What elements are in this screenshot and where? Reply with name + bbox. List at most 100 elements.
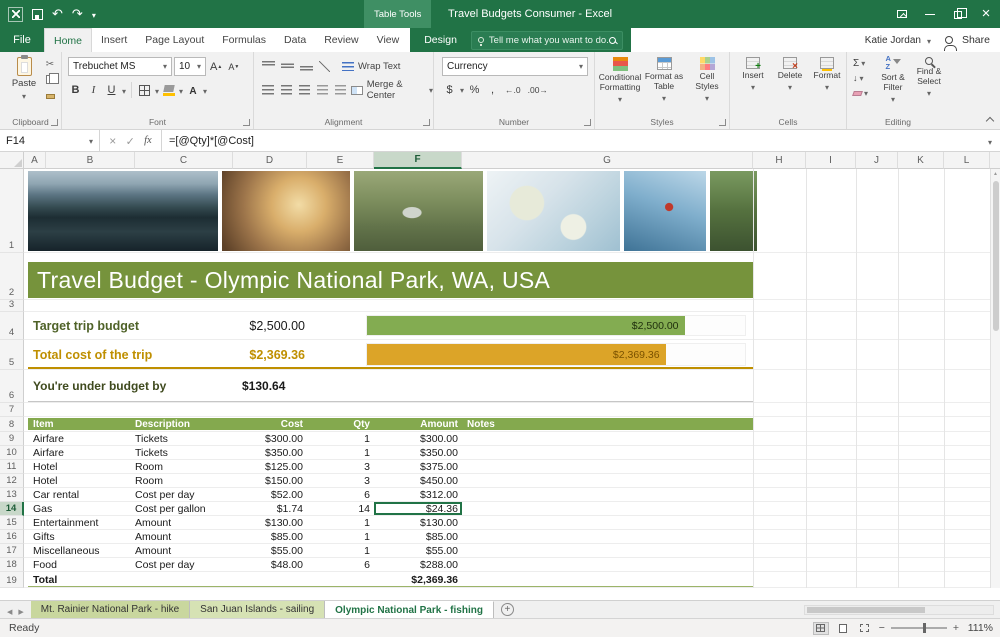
cell-cost[interactable] — [233, 572, 307, 587]
excel-app-icon[interactable] — [8, 7, 23, 22]
row-header-11[interactable]: 11 — [0, 460, 24, 474]
row-header-13[interactable]: 13 — [0, 488, 24, 502]
save-icon[interactable] — [32, 9, 43, 20]
paste-button[interactable]: Paste — [7, 57, 41, 102]
column-header-D[interactable]: D — [233, 152, 307, 169]
cell-cost[interactable]: $48.00 — [233, 558, 307, 571]
cell-qty[interactable]: 1 — [307, 544, 374, 557]
cancel-icon[interactable] — [109, 132, 116, 150]
cell-qty[interactable]: 3 — [307, 474, 374, 487]
prev-sheet-icon[interactable] — [7, 601, 12, 619]
format-painter-icon[interactable] — [46, 94, 55, 99]
zoom-slider[interactable] — [891, 627, 947, 629]
enter-icon[interactable] — [126, 132, 135, 150]
row-header-15[interactable]: 15 — [0, 516, 24, 530]
zoom-out-button[interactable] — [879, 622, 885, 634]
tab-home[interactable]: Home — [44, 28, 92, 52]
row-header-7[interactable]: 7 — [0, 403, 24, 417]
under-budget-label[interactable]: You're under budget by — [33, 370, 166, 402]
wrap-text-button[interactable]: Wrap Text — [342, 57, 400, 75]
cell-notes[interactable] — [462, 558, 753, 571]
cell-item[interactable]: Airfare — [28, 446, 135, 459]
photo-mountain-lake[interactable] — [28, 171, 218, 251]
zoom-level[interactable]: 111% — [965, 622, 993, 634]
column-header-G[interactable]: G — [462, 152, 753, 169]
accounting-format-button[interactable]: $ — [442, 81, 457, 99]
name-box[interactable]: F14 — [0, 130, 100, 151]
vertical-scrollbar[interactable]: ▲ — [990, 169, 1000, 588]
tab-design[interactable]: Design — [410, 34, 471, 46]
alignment-dialog-launcher-icon[interactable] — [423, 119, 430, 126]
middle-align-icon[interactable] — [281, 61, 294, 71]
row-header-10[interactable]: 10 — [0, 446, 24, 460]
font-name-combobox[interactable]: Trebuchet MS — [68, 57, 172, 76]
cell-amount[interactable]: $300.00 — [374, 432, 462, 445]
formula-input[interactable]: =[@Qty]*[@Cost] — [162, 130, 980, 151]
tab-file[interactable]: File — [0, 28, 44, 52]
comma-style-button[interactable]: , — [485, 81, 500, 99]
target-budget-bar[interactable]: $2,500.00 — [366, 315, 746, 336]
column-header-F[interactable]: F — [374, 152, 462, 169]
cell-item[interactable]: Gifts — [28, 530, 135, 543]
row-header-9[interactable]: 9 — [0, 432, 24, 446]
copy-icon[interactable] — [46, 75, 54, 84]
photo-fly-fishing-sunset[interactable] — [222, 171, 350, 251]
cell-item[interactable]: Gas — [28, 502, 135, 515]
total-label-cell[interactable]: Total — [28, 572, 135, 587]
collapse-ribbon-icon[interactable] — [986, 117, 994, 125]
cell-qty[interactable]: 14 — [307, 502, 374, 515]
insert-button[interactable]: Insert — [736, 57, 770, 93]
cell-qty[interactable]: 1 — [307, 516, 374, 529]
cell-notes[interactable] — [462, 544, 753, 557]
row-header-12[interactable]: 12 — [0, 474, 24, 488]
cell-amount[interactable]: $85.00 — [374, 530, 462, 543]
fill-color-caret-icon[interactable] — [179, 81, 183, 99]
decrease-decimal-icon[interactable] — [526, 81, 550, 99]
cell-amount[interactable]: $450.00 — [374, 474, 462, 487]
increase-indent-icon[interactable] — [335, 85, 346, 95]
cell-cost[interactable]: $300.00 — [233, 432, 307, 445]
tab-page-layout[interactable]: Page Layout — [136, 28, 213, 52]
zoom-in-button[interactable] — [953, 622, 959, 634]
header-qty[interactable]: Qty — [307, 418, 374, 430]
column-header-J[interactable]: J — [856, 152, 898, 169]
photo-forest-trees[interactable] — [710, 171, 757, 251]
cell-amount[interactable]: $55.00 — [374, 544, 462, 557]
cell-desc[interactable]: Tickets — [135, 446, 233, 459]
total-cost-value[interactable]: $2,369.36 — [28, 340, 307, 369]
scroll-up-icon[interactable]: ▲ — [993, 169, 998, 179]
cell-desc[interactable]: Amount — [135, 516, 233, 529]
horizontal-scroll-thumb[interactable] — [807, 607, 925, 613]
cell-notes[interactable] — [462, 488, 753, 501]
cell-desc[interactable] — [135, 572, 233, 587]
font-dialog-launcher-icon[interactable] — [243, 119, 250, 126]
normal-view-button[interactable] — [813, 622, 829, 635]
decrease-font-size-button[interactable] — [226, 58, 241, 76]
cell-cost[interactable]: $130.00 — [233, 516, 307, 529]
header-description[interactable]: Description — [135, 418, 233, 430]
merge-center-button[interactable]: Merge & Center — [351, 81, 433, 99]
tab-insert[interactable]: Insert — [92, 28, 136, 52]
increase-decimal-icon[interactable] — [503, 81, 523, 99]
cell-item[interactable]: Entertainment — [28, 516, 135, 529]
column-header-K[interactable]: K — [898, 152, 944, 169]
cell-amount[interactable]: $130.00 — [374, 516, 462, 529]
row-header-4[interactable]: 4 — [0, 312, 24, 340]
cell-qty[interactable]: 6 — [307, 558, 374, 571]
user-name[interactable]: Katie Jordan — [865, 35, 921, 46]
delete-button[interactable]: Delete — [773, 57, 807, 93]
column-header-A[interactable]: A — [24, 152, 46, 169]
column-header-I[interactable]: I — [806, 152, 856, 169]
number-dialog-launcher-icon[interactable] — [584, 119, 591, 126]
underline-caret-icon[interactable] — [122, 81, 126, 99]
sort-filter-button[interactable]: Sort & Filter — [875, 57, 911, 104]
borders-button[interactable] — [137, 81, 152, 99]
cell-cost[interactable]: $1.74 — [233, 502, 307, 515]
page-layout-view-button[interactable] — [835, 622, 851, 635]
photo-ice-climber[interactable] — [624, 171, 706, 251]
insert-function-button[interactable]: fx — [144, 135, 152, 146]
minimize-button[interactable] — [916, 0, 944, 28]
sheet-tab-2[interactable]: San Juan Islands - sailing — [190, 601, 325, 618]
cell-styles-button[interactable]: Cell Styles — [687, 57, 727, 103]
format-button[interactable]: Format — [810, 57, 844, 93]
